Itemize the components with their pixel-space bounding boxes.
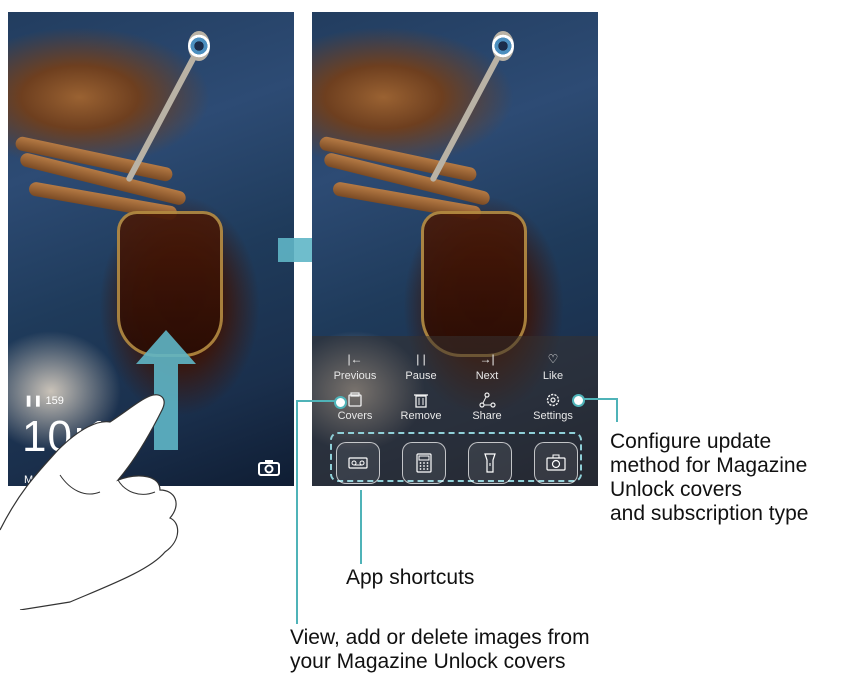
share-icon bbox=[479, 392, 496, 408]
covers-label: Covers bbox=[337, 410, 373, 422]
settings-callout: Configure update method for Magazine Unl… bbox=[610, 430, 808, 526]
flashlight-icon bbox=[484, 453, 496, 473]
covers-callout-line: View, add or delete images from bbox=[290, 626, 590, 649]
settings-label: Settings bbox=[533, 410, 573, 422]
previous-label: Previous bbox=[333, 370, 377, 382]
settings-callout-line: Configure update bbox=[610, 430, 772, 453]
calculator-shortcut[interactable] bbox=[402, 442, 446, 484]
pause-label: Pause bbox=[405, 370, 437, 382]
settings-callout-line: method for Magazine bbox=[610, 454, 808, 477]
shortcuts-callout: App shortcuts bbox=[346, 566, 475, 589]
spoon-head-image bbox=[188, 30, 211, 61]
spoon-head-image bbox=[492, 30, 515, 61]
trash-icon bbox=[414, 394, 428, 408]
covers-callout-line: your Magazine Unlock covers bbox=[290, 650, 566, 673]
lockscreen-right: |← Previous | | Pause →| Next ♡ Like Cov… bbox=[312, 12, 598, 486]
covers-callout: View, add or delete images from your Mag… bbox=[290, 626, 590, 674]
previous-button[interactable]: |← Previous bbox=[320, 352, 390, 382]
flashlight-shortcut[interactable] bbox=[468, 442, 512, 484]
shortcuts-leader-line bbox=[360, 490, 362, 564]
settings-callout-line: Unlock covers bbox=[610, 478, 742, 501]
settings-leader-line bbox=[616, 398, 618, 422]
covers-button[interactable]: Covers bbox=[320, 392, 390, 422]
next-button[interactable]: →| Next bbox=[452, 352, 522, 382]
camera-shortcut-icon[interactable] bbox=[258, 460, 280, 476]
camera-shortcut[interactable] bbox=[534, 442, 578, 484]
previous-icon: |← bbox=[347, 352, 363, 366]
remove-button[interactable]: Remove bbox=[386, 392, 456, 422]
pause-button[interactable]: | | Pause bbox=[386, 352, 456, 382]
next-icon: →| bbox=[479, 352, 495, 366]
settings-leader-dot bbox=[572, 394, 585, 407]
settings-callout-line: and subscription type bbox=[610, 502, 809, 525]
voicemail-shortcut[interactable] bbox=[336, 442, 380, 484]
pause-icon: | | bbox=[416, 352, 426, 366]
heart-icon: ♡ bbox=[547, 352, 559, 366]
covers-leader-line bbox=[296, 400, 338, 402]
next-label: Next bbox=[475, 370, 499, 382]
like-button[interactable]: ♡ Like bbox=[518, 352, 588, 382]
voicemail-icon bbox=[348, 457, 368, 469]
like-label: Like bbox=[542, 370, 564, 382]
share-button[interactable]: Share bbox=[452, 392, 522, 422]
covers-leader-line bbox=[296, 400, 298, 624]
covers-leader-dot bbox=[334, 396, 347, 409]
hand-gesture-icon bbox=[0, 394, 179, 610]
remove-label: Remove bbox=[400, 410, 442, 422]
calculator-icon bbox=[416, 453, 432, 473]
camera-icon bbox=[546, 454, 566, 471]
share-label: Share bbox=[472, 410, 502, 422]
